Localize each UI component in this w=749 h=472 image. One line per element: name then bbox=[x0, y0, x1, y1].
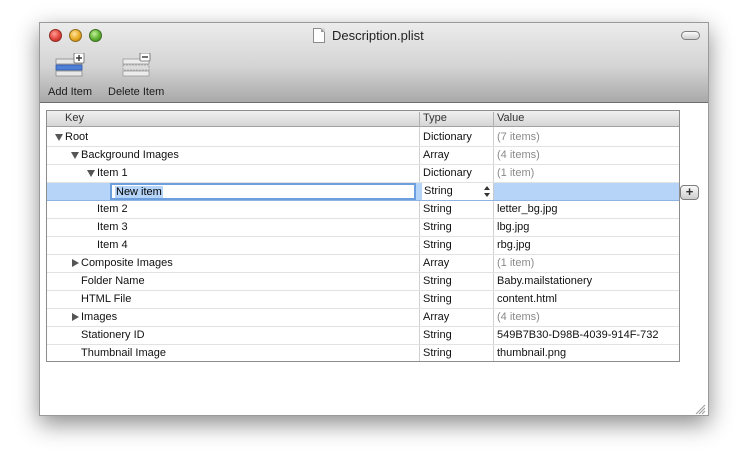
row-key: Item 1 bbox=[97, 167, 128, 179]
close-window-button[interactable] bbox=[49, 29, 62, 42]
table-row[interactable]: Root Dictionary (7 items) bbox=[47, 129, 679, 147]
add-child-button[interactable]: + bbox=[680, 185, 699, 200]
row-value: letter_bg.jpg bbox=[497, 203, 558, 215]
type-popup-label: String bbox=[424, 185, 453, 197]
document-icon bbox=[313, 28, 325, 43]
key-edit-text[interactable]: New item bbox=[115, 186, 163, 198]
column-header-value[interactable]: Value bbox=[497, 112, 524, 124]
table-row[interactable]: Background Images Array (4 items) bbox=[47, 147, 679, 165]
row-key: Stationery ID bbox=[81, 329, 145, 341]
delete-item-label: Delete Item bbox=[108, 86, 165, 98]
row-value: content.html bbox=[497, 293, 557, 305]
add-item-label: Add Item bbox=[48, 86, 93, 98]
row-key: Background Images bbox=[81, 149, 179, 161]
column-header: Key Type Value bbox=[47, 111, 679, 127]
titlebar: Description.plist Add Item Delete Item bbox=[40, 23, 708, 103]
row-key: Images bbox=[81, 311, 118, 323]
column-resize-handle[interactable] bbox=[419, 112, 420, 127]
row-value: (4 items) bbox=[497, 311, 540, 323]
table-row[interactable]: HTML File String content.html bbox=[47, 291, 679, 309]
row-value: (1 item) bbox=[497, 257, 535, 269]
column-header-type[interactable]: Type bbox=[423, 112, 447, 124]
popup-arrows-icon bbox=[484, 186, 490, 197]
row-key: HTML File bbox=[81, 293, 132, 305]
column-header-key[interactable]: Key bbox=[65, 112, 84, 124]
minimize-window-button[interactable] bbox=[69, 29, 82, 42]
row-value: lbg.jpg bbox=[497, 221, 530, 233]
row-value: 549B7B30-D98B-4039-914F-732 bbox=[497, 329, 659, 341]
row-key: Composite Images bbox=[81, 257, 173, 269]
plus-icon: + bbox=[685, 184, 694, 199]
key-edit-field[interactable]: New item bbox=[110, 183, 416, 200]
row-key: Thumbnail Image bbox=[81, 347, 166, 359]
table-row[interactable]: Composite Images Array (1 item) bbox=[47, 255, 679, 273]
row-type[interactable]: String bbox=[423, 293, 493, 305]
row-type[interactable]: Array bbox=[423, 149, 493, 161]
column-resize-handle[interactable] bbox=[493, 112, 494, 127]
disclosure-triangle-collapsed-icon[interactable] bbox=[72, 259, 79, 267]
row-key: Item 3 bbox=[97, 221, 128, 233]
table-row[interactable]: Item 1 Dictionary (1 item) bbox=[47, 165, 679, 183]
table-row[interactable]: Images Array (4 items) bbox=[47, 309, 679, 327]
type-popup-button[interactable]: String bbox=[422, 183, 494, 200]
row-value: Baby.mailstationery bbox=[497, 275, 593, 287]
row-value: rbg.jpg bbox=[497, 239, 531, 251]
table-row[interactable]: Stationery ID String 549B7B30-D98B-4039-… bbox=[47, 327, 679, 345]
row-type[interactable]: Array bbox=[423, 257, 493, 269]
table-row-selected[interactable]: New item String bbox=[47, 183, 679, 201]
disclosure-triangle-expanded-icon[interactable] bbox=[87, 170, 95, 177]
row-type[interactable]: String bbox=[423, 329, 493, 341]
row-key: Folder Name bbox=[81, 275, 145, 287]
plist-editor-window: Description.plist Add Item Delete Item K… bbox=[39, 22, 709, 416]
table-row[interactable]: Thumbnail Image String thumbnail.png bbox=[47, 345, 679, 361]
plist-outline-view[interactable]: Key Type Value Root Dictionary (7 items)… bbox=[46, 110, 680, 362]
row-key: Item 4 bbox=[97, 239, 128, 251]
table-row[interactable]: Item 4 String rbg.jpg bbox=[47, 237, 679, 255]
row-type[interactable]: String bbox=[423, 203, 493, 215]
disclosure-triangle-collapsed-icon[interactable] bbox=[72, 313, 79, 321]
zoom-window-button[interactable] bbox=[89, 29, 102, 42]
disclosure-triangle-expanded-icon[interactable] bbox=[55, 134, 63, 141]
row-value: thumbnail.png bbox=[497, 347, 567, 359]
table-row[interactable]: Folder Name String Baby.mailstationery bbox=[47, 273, 679, 291]
add-item-icon bbox=[55, 52, 85, 81]
delete-item-button[interactable]: Delete Item bbox=[108, 52, 165, 98]
window-title: Description.plist bbox=[332, 28, 424, 43]
row-type[interactable]: String bbox=[423, 221, 493, 233]
row-type[interactable]: String bbox=[423, 347, 493, 359]
row-type[interactable]: String bbox=[423, 239, 493, 251]
row-type[interactable]: Array bbox=[423, 311, 493, 323]
window-resize-grip[interactable] bbox=[695, 402, 706, 415]
delete-item-icon bbox=[121, 52, 151, 81]
row-value: (7 items) bbox=[497, 131, 540, 143]
row-value: (4 items) bbox=[497, 149, 540, 161]
toolbar-toggle-button[interactable] bbox=[681, 31, 700, 40]
add-item-button[interactable]: Add Item bbox=[48, 52, 93, 98]
row-type[interactable]: Dictionary bbox=[423, 131, 493, 143]
table-row[interactable]: Item 2 String letter_bg.jpg bbox=[47, 201, 679, 219]
row-type[interactable]: Dictionary bbox=[423, 167, 493, 179]
row-value: (1 item) bbox=[497, 167, 535, 179]
disclosure-triangle-expanded-icon[interactable] bbox=[71, 152, 79, 159]
table-row[interactable]: Item 3 String lbg.jpg bbox=[47, 219, 679, 237]
row-key: Root bbox=[65, 131, 89, 143]
row-key: Item 2 bbox=[97, 203, 128, 215]
row-type[interactable]: String bbox=[423, 275, 493, 287]
